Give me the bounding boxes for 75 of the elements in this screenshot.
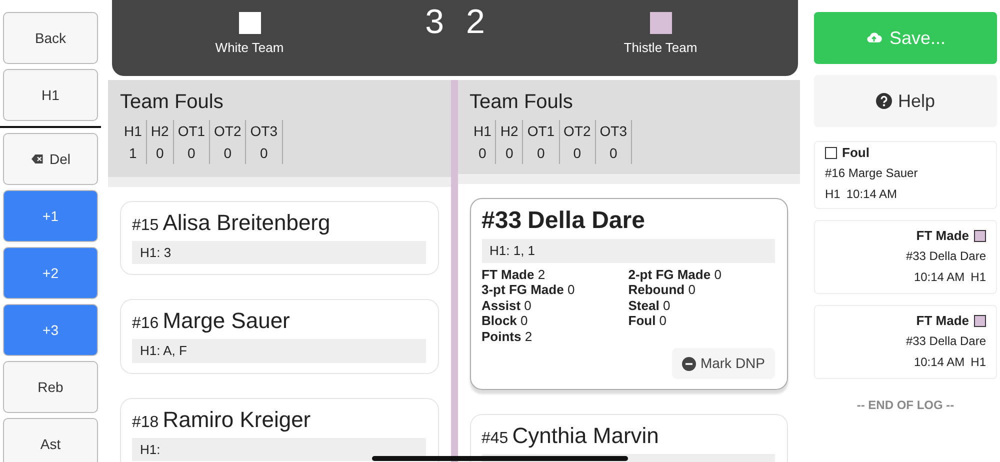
stat-line: Steal 0 bbox=[628, 298, 670, 313]
event-label: Foul bbox=[842, 144, 870, 162]
column-header: OT3 bbox=[600, 122, 628, 141]
foul-count: 0 bbox=[259, 144, 269, 163]
dnp-button[interactable]: Mark DNP bbox=[672, 348, 775, 379]
backspace-icon bbox=[30, 153, 46, 165]
player-name: #16 Marge Sauer bbox=[132, 308, 290, 335]
player-label: #33 Della Dare bbox=[906, 248, 986, 265]
period-summary: H1: A, F bbox=[132, 339, 426, 363]
foul-count: 1 bbox=[128, 144, 138, 163]
foul-count: 0 bbox=[536, 144, 546, 163]
log-time: 10:14 AM bbox=[914, 354, 965, 371]
stat-line: Block 0 bbox=[482, 313, 528, 328]
log-period: H1 bbox=[970, 354, 986, 371]
player-name: #18 Ramiro Kreiger bbox=[132, 406, 311, 434]
player-card[interactable]: #16 Marge Sauer H1: A, F bbox=[120, 299, 438, 374]
stat-line: 2-pt FG Made 0 bbox=[628, 266, 722, 282]
player-card[interactable]: #33 Della Dare H1: 1, 1 FT Made 2 2-pt FG Made 0 3-pt FG Made 0 Rebound 0 Assist 0 Steal 0 Block 0 Foul 0 Points 2 Mark DNP bbox=[470, 198, 788, 390]
end-of-log-label: -- END OF LOG -- bbox=[856, 397, 956, 414]
period-summary: H1: 1, 1 bbox=[482, 239, 775, 262]
column-header: H2 bbox=[500, 122, 518, 141]
event-label: FT Made bbox=[916, 312, 969, 330]
foul-count: 0 bbox=[504, 144, 514, 163]
column-header: OT3 bbox=[250, 122, 278, 141]
team-name: White Team bbox=[215, 39, 284, 57]
score-button[interactable]: +1 bbox=[3, 190, 98, 242]
player-card[interactable]: #18 Ramiro Kreiger H1: bbox=[120, 398, 438, 462]
nav-button[interactable]: Back bbox=[3, 12, 98, 64]
nav-button[interactable]: H1 bbox=[3, 69, 98, 121]
foul-count: 0 bbox=[222, 144, 233, 163]
player-name: #45 Cynthia Marvin bbox=[482, 423, 659, 450]
player-label: #33 Della Dare bbox=[906, 333, 986, 350]
column-header: H1 bbox=[124, 122, 142, 141]
foul-count: 0 bbox=[186, 144, 196, 163]
stat-line: FT Made 2 bbox=[482, 266, 546, 282]
stat-line: Rebound 0 bbox=[628, 282, 696, 298]
log-period: H1 bbox=[970, 269, 986, 286]
cloud-upload-icon bbox=[865, 31, 884, 45]
delete-button[interactable]: Del bbox=[3, 133, 98, 185]
stat-line: Assist 0 bbox=[482, 298, 532, 313]
player-name: #15 Alisa Breitenberg bbox=[132, 210, 330, 236]
player-label: #16 Marge Sauer bbox=[825, 165, 919, 182]
team-name: Thistle Team bbox=[624, 39, 698, 57]
stat-line: 3-pt FG Made 0 bbox=[482, 282, 575, 298]
foul-count: 0 bbox=[572, 144, 582, 163]
column-header: H1 bbox=[474, 122, 492, 141]
stat-button[interactable]: Reb bbox=[3, 361, 98, 413]
section-title: Team Fouls bbox=[120, 90, 224, 114]
help-button[interactable]: Help bbox=[814, 75, 997, 127]
stat-button[interactable]: Ast bbox=[3, 418, 98, 462]
score-button[interactable]: +2 bbox=[3, 247, 98, 299]
column-header: OT2 bbox=[564, 122, 591, 141]
score: 2 bbox=[466, 2, 485, 43]
event-label: FT Made bbox=[916, 227, 969, 245]
foul-count: 0 bbox=[608, 144, 618, 163]
player-name: #33 Della Dare bbox=[482, 207, 645, 236]
log-time: 10:14 AM bbox=[914, 269, 965, 286]
column-header: H2 bbox=[150, 122, 169, 141]
column-header: OT1 bbox=[527, 122, 555, 141]
period-summary: H1: bbox=[132, 438, 426, 462]
log-time: 10:14 AM bbox=[846, 186, 898, 203]
score-button[interactable]: +3 bbox=[3, 304, 98, 356]
column-header: OT2 bbox=[214, 122, 242, 141]
minus-circle-icon bbox=[682, 356, 696, 370]
section-title: Team Fouls bbox=[470, 90, 573, 114]
foul-count: 0 bbox=[478, 144, 488, 163]
player-card[interactable]: #15 Alisa Breitenberg H1: 3 bbox=[120, 200, 438, 276]
score: 3 bbox=[425, 2, 444, 43]
period-summary: H1: 3 bbox=[132, 240, 426, 264]
foul-count: 0 bbox=[154, 144, 165, 163]
stat-line: Points 2 bbox=[482, 328, 532, 344]
help-icon bbox=[876, 93, 892, 109]
column-header: OT1 bbox=[178, 122, 206, 141]
stat-line: Foul 0 bbox=[628, 313, 667, 328]
log-period: H1 bbox=[825, 186, 840, 203]
